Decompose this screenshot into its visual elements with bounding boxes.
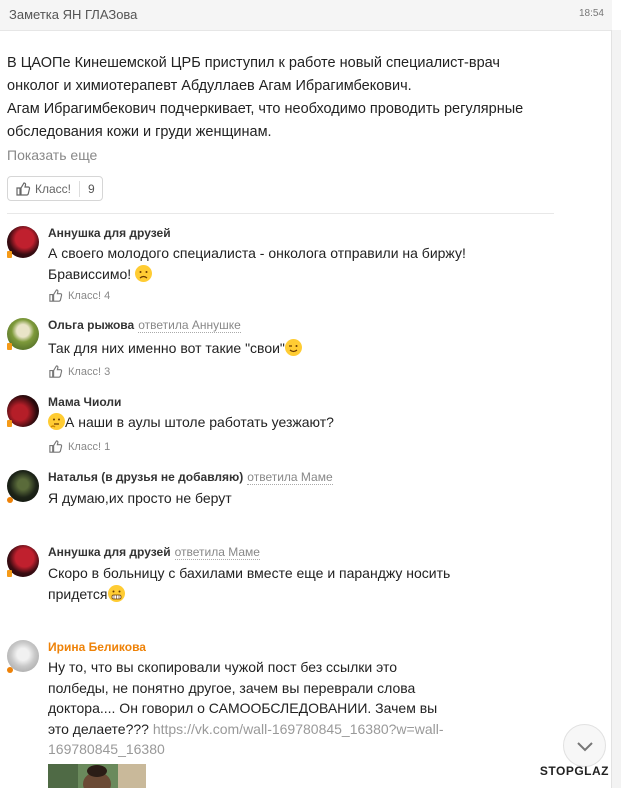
note-header: Заметка ЯН ГЛАЗова 18:54 <box>0 0 612 31</box>
like-label: Класс! <box>68 365 101 378</box>
like-count: 4 <box>104 289 111 302</box>
show-more-link[interactable]: Показать еще <box>7 147 97 163</box>
online-indicator <box>7 570 12 577</box>
klass-button[interactable]: Класс! 9 <box>7 176 103 201</box>
comment-body: А наши в аулы штоле работать уезжают? <box>65 414 334 430</box>
author-name: Ольга рыжова <box>48 318 135 332</box>
comment-item: Мама Чиоли А наши в аулы штоле работать … <box>7 395 477 461</box>
watermark: STOPGLAZ <box>539 764 609 778</box>
comment-body: Я думаю,их просто не берут <box>48 490 232 506</box>
comment-author[interactable]: Наталья (в друзья не добавляю) ответила М… <box>48 470 333 485</box>
comment-like-button[interactable]: Класс! 3 <box>48 364 110 379</box>
comment-item: Аннушка для друзей ответила Маме Скоро в … <box>7 545 477 615</box>
comment-author[interactable]: Мама Чиоли <box>48 395 121 409</box>
comment-body: Так для них именно вот такие "свои" <box>48 340 285 356</box>
comment-text: Ну то, что вы скопировали чужой пост без… <box>48 657 458 760</box>
author-name: Наталья (в друзья не добавляю) <box>48 470 244 484</box>
comment-author[interactable]: Аннушка для друзей <box>48 226 171 240</box>
comment-text: Скоро в больницу с бахилами вместе еще и… <box>48 563 468 604</box>
scrollbar[interactable] <box>611 30 621 788</box>
scroll-down-button[interactable] <box>563 724 606 767</box>
author-name: Ирина Беликова <box>48 640 146 654</box>
like-label: Класс! <box>68 289 101 302</box>
online-indicator <box>7 497 13 503</box>
comment-item: Ольга рыжова ответила Аннушке Так для них… <box>7 318 477 384</box>
chevron-down-icon <box>576 741 593 751</box>
thumbs-up-icon <box>49 440 63 453</box>
post-paragraph: Агам Ибрагимбекович подчеркивает, что не… <box>7 101 524 140</box>
comment-author[interactable]: Ольга рыжова ответила Аннушке <box>48 318 241 333</box>
online-indicator <box>7 343 12 350</box>
comment-body: А своего молодого специалиста - онколога… <box>48 245 466 282</box>
comment-text: А своего молодого специалиста - онколога… <box>48 243 468 284</box>
reply-to[interactable]: ответила Маме <box>174 545 260 560</box>
thumbs-up-icon <box>16 181 31 196</box>
like-count: 3 <box>104 365 111 378</box>
comment-like-button[interactable]: Класс! 4 <box>48 288 110 303</box>
reply-to[interactable]: ответила Маме <box>247 470 333 485</box>
comment-author[interactable]: Ирина Беликова <box>48 640 146 654</box>
thumbs-up-icon <box>49 289 63 302</box>
divider <box>7 213 554 214</box>
online-indicator <box>7 667 13 673</box>
note-title: Заметка ЯН ГЛАЗова <box>9 7 138 22</box>
post-text: В ЦАОПе Кинешемской ЦРБ приступил к рабо… <box>7 52 547 144</box>
comment-item: Наталья (в друзья не добавляю) ответила М… <box>7 470 477 520</box>
grimace-emoji-icon <box>107 584 125 602</box>
thumbs-up-icon <box>49 365 63 378</box>
like-count: 1 <box>104 440 111 453</box>
wink-emoji-icon <box>284 339 302 356</box>
online-indicator <box>7 251 12 258</box>
thinking-emoji-icon <box>48 413 65 430</box>
online-indicator <box>7 420 12 427</box>
attached-image[interactable] <box>48 764 146 788</box>
klass-separator <box>79 180 80 197</box>
author-name: Мама Чиоли <box>48 395 122 409</box>
comment-author[interactable]: Аннушка для друзей ответила Маме <box>48 545 260 560</box>
comment-item: Аннушка для друзей А своего молодого спе… <box>7 226 477 306</box>
author-name: Аннушка для друзей <box>48 545 171 559</box>
author-name: Аннушка для друзей <box>48 226 171 240</box>
klass-label: Класс! <box>35 181 71 196</box>
portrait-thumbnail-icon <box>48 764 146 788</box>
reply-to[interactable]: ответила Аннушке <box>138 318 241 333</box>
timestamp: 18:54 <box>578 8 604 19</box>
comment-like-button[interactable]: Класс! 1 <box>48 439 110 454</box>
disappointed-emoji-icon <box>135 264 153 282</box>
klass-count: 9 <box>88 181 95 196</box>
like-label: Класс! <box>68 440 101 453</box>
comment-text: Так для них именно вот такие "свои" <box>48 338 468 359</box>
comment-text: Я думаю,их просто не берут <box>48 488 468 509</box>
comment-text: А наши в аулы штоле работать уезжают? <box>48 412 468 433</box>
post-paragraph: В ЦАОПе Кинешемской ЦРБ приступил к рабо… <box>7 55 500 94</box>
